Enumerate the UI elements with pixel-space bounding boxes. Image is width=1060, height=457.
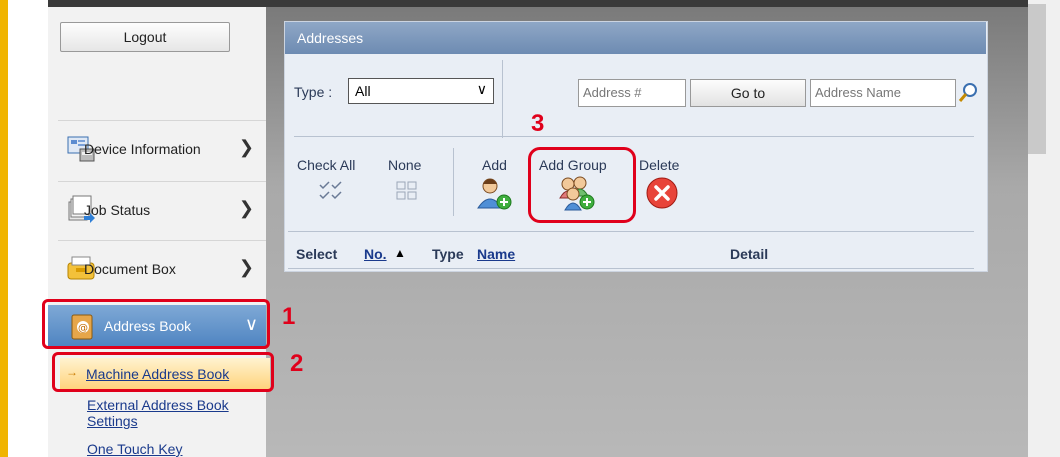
divider (288, 268, 974, 269)
sidebar-item-label: Device Information (84, 141, 201, 157)
highlight-box-step-1 (42, 299, 270, 349)
panel-header: Addresses (285, 22, 986, 54)
divider (453, 148, 454, 216)
column-header-name[interactable]: Name (477, 246, 515, 262)
sidebar-item-label: Job Status (84, 202, 151, 218)
panel-title: Addresses (297, 30, 364, 46)
type-label: Type : (294, 84, 333, 100)
none-label: None (388, 157, 422, 173)
addresses-panel (284, 21, 988, 272)
chevron-right-icon: ❯ (238, 257, 254, 277)
step-number-2: 2 (290, 350, 304, 377)
chevron-right-icon: ❯ (238, 198, 254, 218)
type-select-value: All (355, 83, 371, 99)
goto-button[interactable]: Go to (690, 79, 806, 107)
divider (294, 136, 974, 137)
check-all-label: Check All (297, 157, 356, 173)
left-margin (8, 0, 48, 457)
sidebar-item-label: Document Box (84, 261, 176, 277)
check-all-icon[interactable] (318, 180, 344, 202)
delete-icon[interactable] (645, 176, 679, 210)
select-none-icon[interactable] (395, 180, 419, 202)
column-header-number[interactable]: No. (364, 246, 387, 262)
sidebar-item-document-box[interactable]: Document Box ❯ (58, 240, 266, 299)
sidebar-subitem-external-address-book-settings[interactable]: External Address Book Settings (87, 397, 257, 429)
sidebar-item-job-status[interactable]: Job Status ❯ (58, 181, 266, 240)
column-header-detail: Detail (730, 246, 769, 262)
sidebar-subitem-one-touch-key[interactable]: One Touch Key (87, 441, 182, 457)
add-user-icon[interactable] (475, 176, 515, 212)
type-select[interactable]: All ∨ (348, 78, 494, 104)
logout-button[interactable]: Logout (60, 22, 230, 52)
sort-ascending-icon: ▲ (394, 246, 406, 260)
address-name-input[interactable]: Address Name (810, 79, 956, 107)
scrollbar-thumb[interactable] (1028, 4, 1046, 154)
search-icon[interactable] (958, 82, 978, 104)
highlight-box-step-3 (528, 147, 636, 223)
add-label: Add (482, 157, 507, 173)
divider (288, 231, 974, 232)
column-header-type: Type (432, 246, 464, 262)
address-number-input[interactable]: Address # (578, 79, 686, 107)
delete-label: Delete (639, 157, 680, 173)
step-number-3: 3 (531, 110, 545, 137)
highlight-box-step-2 (52, 352, 274, 392)
divider (502, 60, 503, 138)
step-number-1: 1 (282, 303, 296, 330)
column-header-select: Select (296, 246, 338, 262)
left-frame-border (0, 0, 8, 457)
chevron-down-icon: ∨ (476, 81, 487, 97)
top-bar (48, 0, 1028, 7)
chevron-right-icon: ❯ (238, 137, 254, 157)
sidebar-item-device-information[interactable]: Device Information ❯ (58, 120, 266, 179)
